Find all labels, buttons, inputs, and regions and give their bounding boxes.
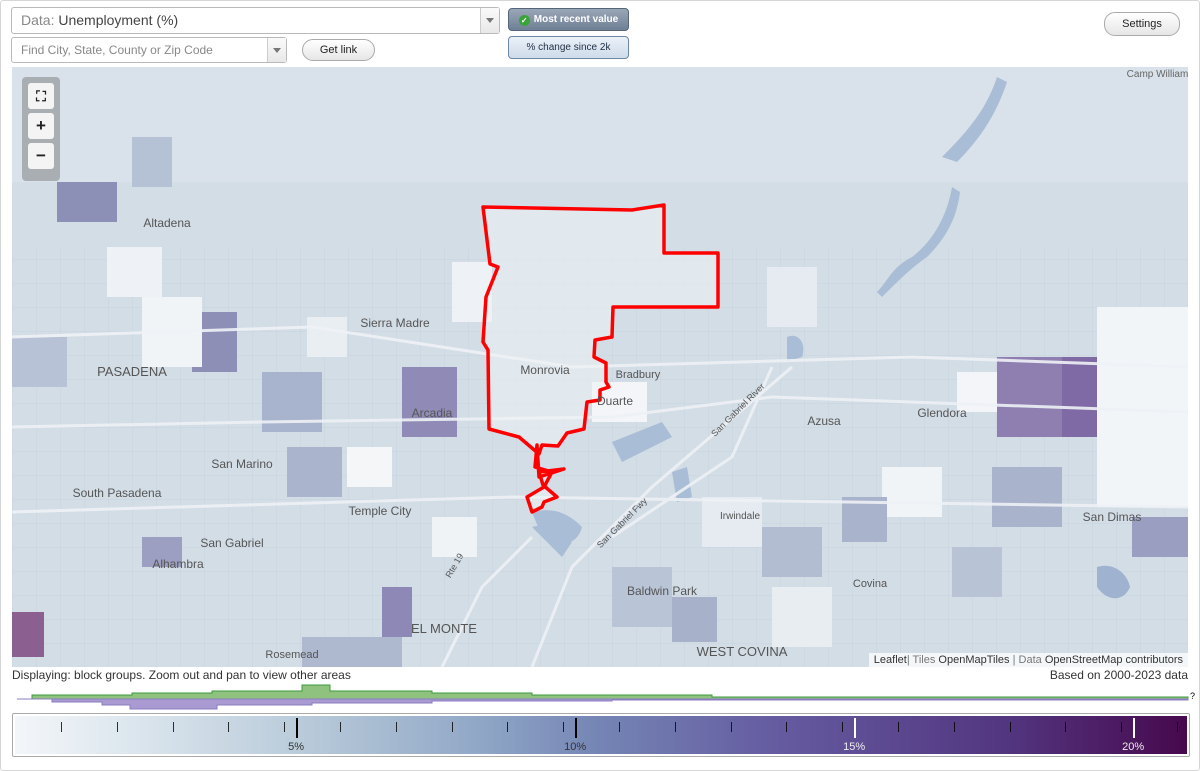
distribution-histogram: ? xyxy=(17,684,1195,710)
legend-minor-tick xyxy=(1065,722,1067,732)
label-san-gabriel: San Gabriel xyxy=(200,536,263,550)
label-camp: Camp Williams xyxy=(1127,69,1188,80)
zoom-in-button[interactable]: + xyxy=(28,113,54,139)
zoom-out-button[interactable]: − xyxy=(28,143,54,169)
label-temple-city: Temple City xyxy=(349,504,412,518)
label-monrovia: Monrovia xyxy=(520,363,570,377)
label-sierra-madre: Sierra Madre xyxy=(360,316,430,330)
label-san-marino: San Marino xyxy=(211,457,273,471)
legend-major-tick xyxy=(1133,718,1136,738)
check-icon: ✓ xyxy=(518,15,530,26)
label-pasadena: PASADENA xyxy=(97,364,167,379)
legend-minor-tick xyxy=(563,722,565,732)
label-arcadia: Arcadia xyxy=(412,406,453,420)
label-south-pasadena: South Pasadena xyxy=(73,486,162,500)
most-recent-label: Most recent value xyxy=(533,14,619,25)
legend-minor-tick xyxy=(172,722,174,732)
legend-minor-tick xyxy=(284,722,286,732)
map-controls: ⛶ + − xyxy=(22,77,60,181)
displaying-note: Displaying: block groups. Zoom out and p… xyxy=(12,668,351,682)
label-duarte: Duarte xyxy=(597,394,633,408)
data-select-value: Unemployment (%) xyxy=(58,12,179,28)
legend-major-tick xyxy=(296,718,299,738)
label-baldwin-park: Baldwin Park xyxy=(627,584,698,598)
leaflet-link[interactable]: Leaflet xyxy=(874,654,907,666)
chevron-down-icon[interactable] xyxy=(480,8,499,33)
data-select-label: Data: xyxy=(21,12,55,28)
location-search-input[interactable]: Find City, State, County or Zip Code xyxy=(21,38,213,62)
data-select[interactable]: Data: Unemployment (%) xyxy=(11,7,500,34)
legend-minor-tick xyxy=(395,722,397,732)
tiles-prefix: | Tiles xyxy=(906,654,939,666)
legend-minor-tick xyxy=(1121,722,1123,732)
map-attribution: Leaflet| Tiles OpenMapTiles | Data OpenS… xyxy=(868,653,1188,667)
label-irwindale: Irwindale xyxy=(720,511,760,522)
color-scale-bar xyxy=(15,716,1187,754)
legend-minor-tick xyxy=(953,722,955,732)
legend-minor-tick xyxy=(730,722,732,732)
legend-minor-tick xyxy=(507,722,509,732)
legend-minor-tick xyxy=(1177,722,1179,732)
chevron-down-icon[interactable] xyxy=(267,38,286,62)
legend-minor-tick xyxy=(786,722,788,732)
label-alhambra: Alhambra xyxy=(152,557,204,571)
get-link-button[interactable]: Get link xyxy=(302,39,375,61)
legend-major-tick xyxy=(854,718,857,738)
osm-link[interactable]: OpenStreetMap contributors xyxy=(1045,654,1183,666)
label-covina: Covina xyxy=(853,578,888,590)
label-glendora: Glendora xyxy=(917,406,967,420)
color-legend: 5% 10% 15% 20% xyxy=(12,713,1190,757)
label-altadena: Altadena xyxy=(143,216,191,230)
legend-label: 10% xyxy=(564,741,587,753)
label-west-covina: WEST COVINA xyxy=(697,644,788,659)
map-view[interactable]: Camp Williams Altadena Sierra Madre PASA… xyxy=(12,67,1188,667)
change-since-toggle[interactable]: % change since 2k xyxy=(508,36,629,59)
label-el-monte: EL MONTE xyxy=(411,621,477,636)
legend-minor-tick xyxy=(60,722,62,732)
legend-minor-tick xyxy=(339,722,341,732)
label-rosemead: Rosemead xyxy=(265,649,318,661)
legend-minor-tick xyxy=(674,722,676,732)
most-recent-toggle[interactable]: ✓ Most recent value xyxy=(508,8,629,31)
legend-minor-tick xyxy=(619,722,620,732)
legend-minor-tick xyxy=(451,722,453,732)
legend-minor-tick xyxy=(116,722,118,732)
data-prefix: | Data xyxy=(1009,654,1045,666)
legend-minor-tick xyxy=(1009,722,1011,732)
fit-bounds-button[interactable]: ⛶ xyxy=(28,83,54,109)
legend-minor-tick xyxy=(842,722,844,732)
label-azusa: Azusa xyxy=(807,414,841,428)
label-bradbury: Bradbury xyxy=(616,369,661,381)
label-san-dimas: San Dimas xyxy=(1083,510,1142,524)
legend-major-tick xyxy=(575,718,578,738)
legend-minor-tick xyxy=(228,722,230,732)
data-range-note: Based on 2000-2023 data xyxy=(1049,668,1188,682)
legend-label: 5% xyxy=(288,741,304,753)
location-search[interactable]: Find City, State, County or Zip Code xyxy=(11,37,287,63)
tiles-link[interactable]: OpenMapTiles xyxy=(938,654,1009,666)
legend-label: 20% xyxy=(1122,741,1145,753)
settings-button[interactable]: Settings xyxy=(1104,12,1180,36)
legend-label: 15% xyxy=(843,741,866,753)
legend-minor-tick xyxy=(898,722,900,732)
histogram-question: ? xyxy=(1190,691,1195,701)
map-canvas[interactable]: Camp Williams Altadena Sierra Madre PASA… xyxy=(12,67,1188,667)
